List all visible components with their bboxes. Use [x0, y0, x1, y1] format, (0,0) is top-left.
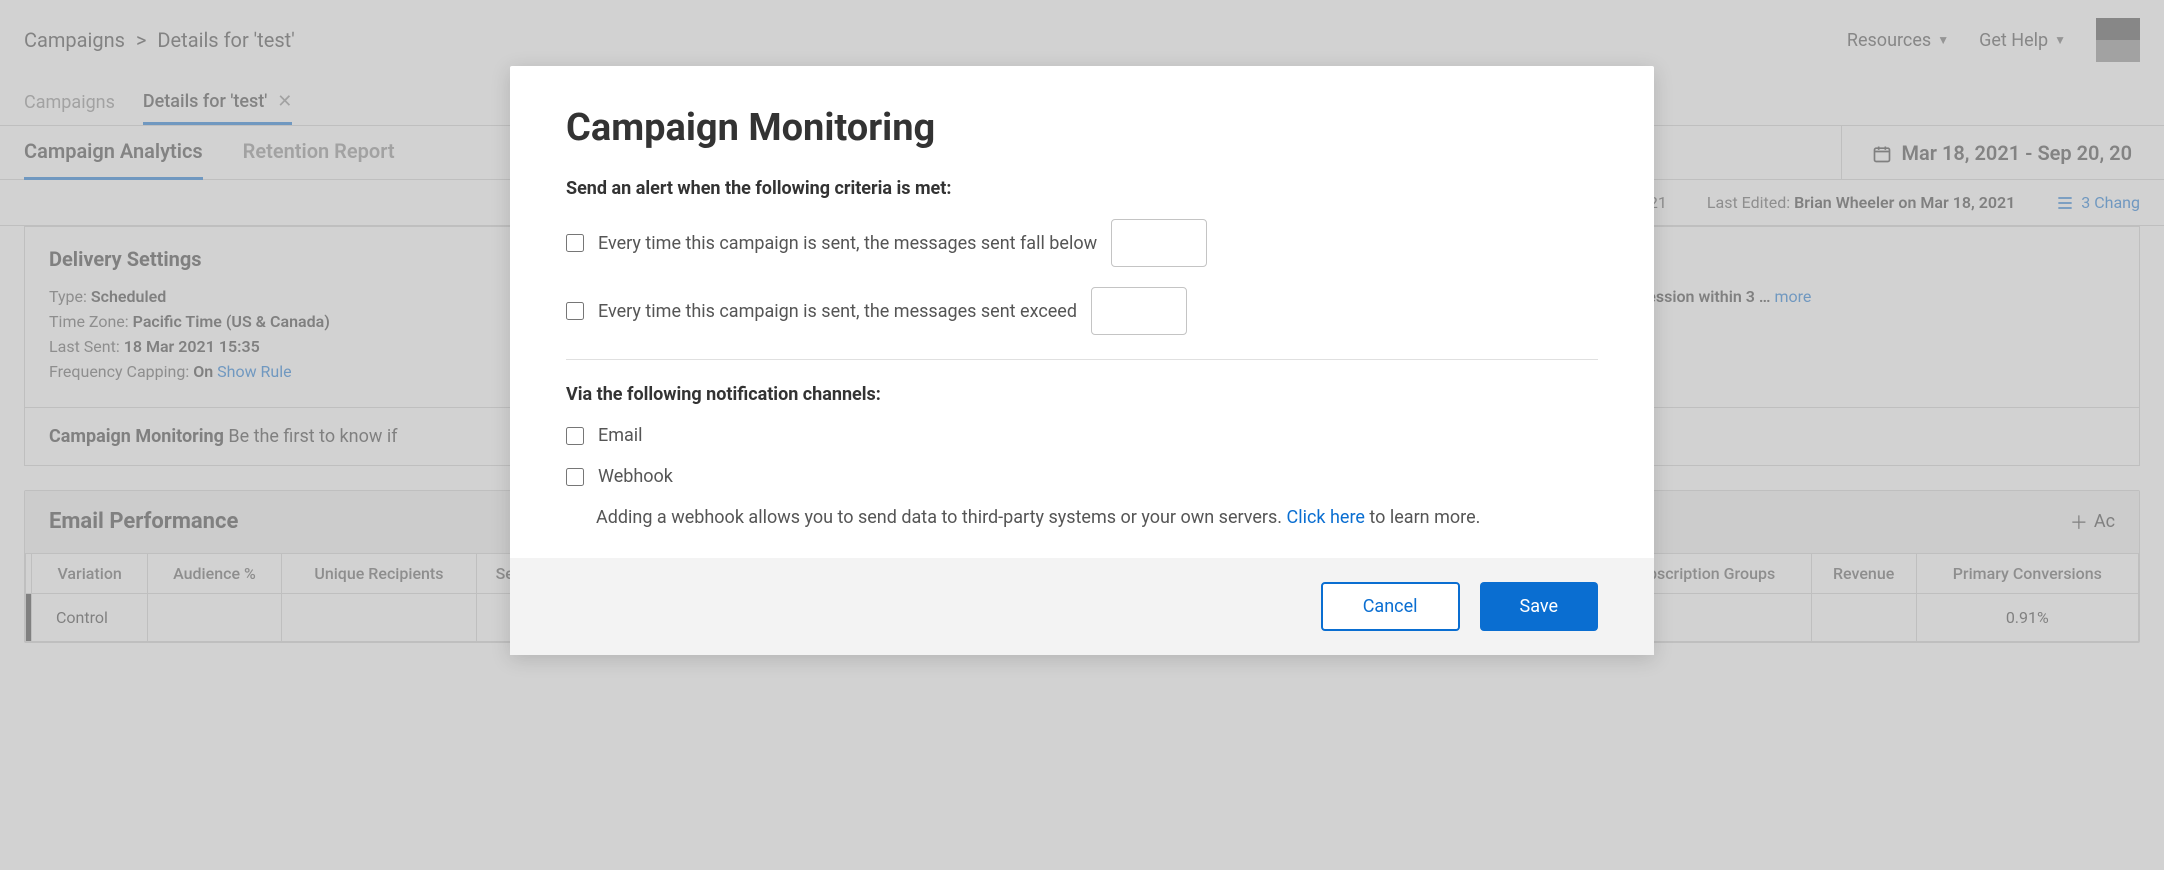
- webhook-description: Adding a webhook allows you to send data…: [596, 507, 1598, 528]
- webhook-label: Webhook: [598, 466, 673, 487]
- below-checkbox[interactable]: [566, 234, 584, 252]
- modal-title: Campaign Monitoring: [566, 106, 1598, 150]
- webhook-desc-1: Adding a webhook allows you to send data…: [596, 507, 1282, 528]
- webhook-desc-2: to learn more.: [1369, 507, 1480, 528]
- channels-label: Via the following notification channels:: [566, 384, 1598, 405]
- criteria-label: Send an alert when the following criteri…: [566, 178, 1598, 199]
- below-input[interactable]: [1111, 219, 1207, 267]
- webhook-checkbox[interactable]: [566, 468, 584, 486]
- webhook-click-here-link[interactable]: Click here: [1287, 507, 1365, 528]
- exceed-text: Every time this campaign is sent, the me…: [598, 301, 1077, 322]
- save-button[interactable]: Save: [1480, 582, 1599, 631]
- exceed-input[interactable]: [1091, 287, 1187, 335]
- campaign-monitoring-modal: Campaign Monitoring Send an alert when t…: [510, 66, 1654, 655]
- email-checkbox[interactable]: [566, 427, 584, 445]
- email-label: Email: [598, 425, 643, 446]
- modal-overlay: Campaign Monitoring Send an alert when t…: [0, 0, 2164, 870]
- cancel-button[interactable]: Cancel: [1321, 582, 1460, 631]
- below-text: Every time this campaign is sent, the me…: [598, 233, 1097, 254]
- exceed-checkbox[interactable]: [566, 302, 584, 320]
